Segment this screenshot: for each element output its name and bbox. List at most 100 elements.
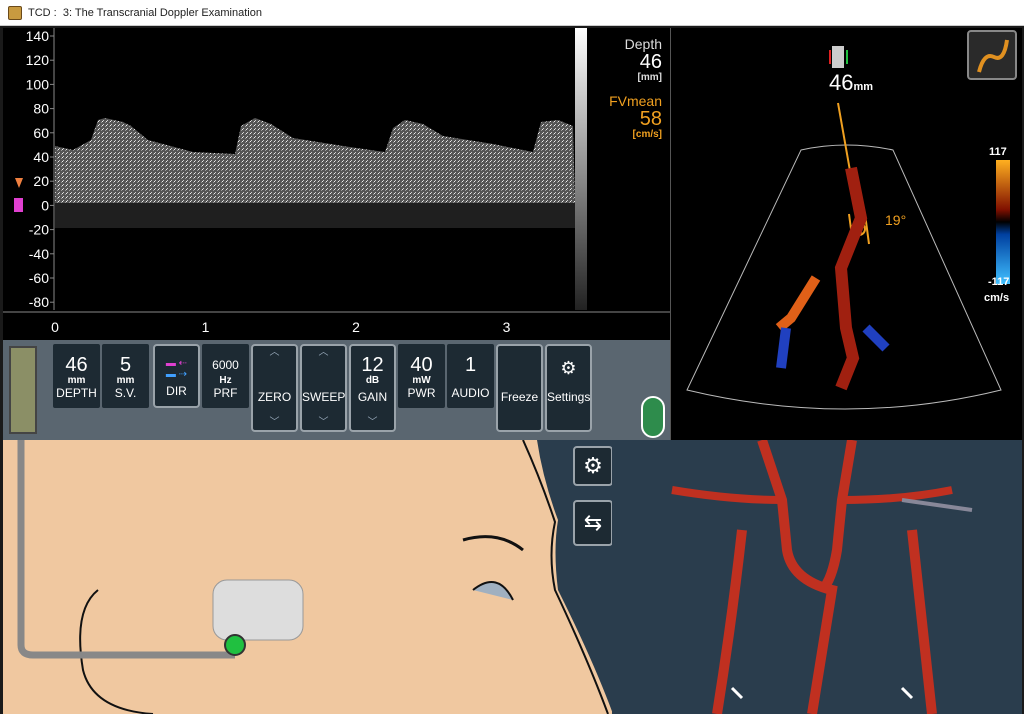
- flow-direction-arrow: [15, 178, 23, 188]
- vessel-map-icon: [977, 39, 1009, 73]
- probe-beam: [901, 498, 973, 512]
- vessel-blue: [776, 327, 791, 369]
- zero-down-icon[interactable]: ﹀: [253, 416, 296, 430]
- scene-settings-button[interactable]: ⚙: [573, 446, 613, 486]
- settings-button[interactable]: ⚙ Settings: [545, 344, 592, 432]
- probe-depth-value: 46: [829, 70, 854, 95]
- y-tick-label: 80: [33, 101, 49, 117]
- y-tick-labels: 140 120 100 80 60 40 20 0 -20 -40 -60 -80: [26, 28, 54, 310]
- depth-label: Depth: [624, 36, 662, 52]
- sv-control-label: S.V.: [114, 386, 137, 400]
- sweep-control-label: SWEEP: [302, 390, 346, 404]
- x-tick-labels: 0 1 2 3: [51, 319, 511, 335]
- face-illustration: [17, 440, 613, 714]
- probe-green-button: [224, 634, 246, 656]
- audio-control-label: AUDIO: [451, 386, 490, 400]
- eye: [472, 581, 514, 601]
- control-panel: 46 mm DEPTH 5 mm S.V. ▬ ⇠ ▬ ⇢ DIR 6000 H…: [3, 340, 670, 440]
- scale-unit: cm/s: [984, 292, 1010, 304]
- y-tick-label: 120: [26, 52, 50, 68]
- x-tick-label: 3: [503, 319, 511, 335]
- pwr-control[interactable]: 40 mW PWR: [398, 344, 445, 408]
- doppler-spectrum-display: 140 120 100 80 60 40 20 0 -20 -40 -60 -80 0 1 2 3 Dept…: [3, 28, 670, 340]
- probe-marker: [14, 198, 23, 212]
- y-tick-label: 60: [33, 125, 49, 141]
- zero-control-label: ZERO: [257, 390, 292, 404]
- audio-control-value: 1: [464, 354, 477, 376]
- vessel-map-button[interactable]: [967, 30, 1017, 80]
- dir-icon-2: ▬ ⇢: [165, 369, 188, 380]
- x-tick-label: 0: [51, 319, 59, 335]
- depth-control[interactable]: 46 mm DEPTH: [53, 344, 100, 408]
- audio-control[interactable]: 1 AUDIO: [447, 344, 494, 408]
- zero-control[interactable]: ︿ ZERO ﹀: [251, 344, 298, 432]
- swap-view-toggle[interactable]: [641, 396, 665, 438]
- sweep-up-icon[interactable]: ︿: [302, 346, 345, 360]
- gear-icon: ⚙: [583, 453, 603, 478]
- gain-control-unit: dB: [365, 375, 380, 386]
- dir-control-label: DIR: [166, 384, 187, 398]
- grayscale-bar: [575, 28, 587, 310]
- angle-label: 19°: [885, 212, 907, 228]
- fvmean-value: 58: [639, 108, 662, 130]
- scroll-arrows-icon: [730, 686, 914, 700]
- depth-control-label: DEPTH: [56, 386, 97, 400]
- tcd-app-icon: [8, 5, 22, 20]
- probe-depth-unit: mm: [853, 81, 874, 93]
- probe-device: [212, 579, 304, 641]
- probe-icon[interactable]: [9, 346, 37, 434]
- freeze-button[interactable]: Freeze: [496, 344, 543, 432]
- pwr-control-value: 40: [410, 354, 433, 376]
- fvmean-unit: [cm/s]: [632, 129, 662, 140]
- dir-control[interactable]: ▬ ⇠ ▬ ⇢ DIR: [153, 344, 200, 408]
- settings-label: Settings: [547, 390, 591, 404]
- swap-button[interactable]: ⇆: [573, 500, 613, 546]
- y-tick-label: -80: [29, 294, 49, 310]
- pwr-control-label: PWR: [407, 386, 436, 400]
- freeze-label: Freeze: [500, 390, 539, 404]
- depth-control-value: 46: [65, 354, 88, 376]
- x-tick-label: 1: [202, 319, 210, 335]
- scale-bottom: -117: [988, 276, 1010, 288]
- sv-control-unit: mm: [116, 375, 135, 386]
- spectrum-readout: Depth 46 [mm] FVmean 58 [cm/s]: [609, 36, 662, 140]
- y-tick-label: -60: [29, 270, 49, 286]
- circle-of-willis: [671, 440, 973, 714]
- gain-control-label: GAIN: [357, 390, 388, 404]
- probe-cable: [17, 440, 235, 659]
- gain-control[interactable]: 12 dB GAIN ﹀: [349, 344, 396, 432]
- probe-depth: 46mm: [829, 70, 873, 96]
- y-tick-label: 20: [33, 173, 49, 189]
- x-tick-label: 2: [352, 319, 360, 335]
- depth-value: 46: [639, 51, 662, 73]
- depth-control-unit: mm: [67, 375, 86, 386]
- y-tick-label: -40: [29, 246, 49, 262]
- sweep-control[interactable]: ︿ SWEEP ﹀: [300, 344, 347, 432]
- window-title: TCD : 3: The Transcranial Doppler Examin…: [28, 6, 262, 19]
- eyebrow: [462, 535, 524, 552]
- vessel-anatomy-view: [612, 440, 1022, 714]
- sv-control-value: 5: [119, 354, 132, 376]
- prf-control-label: PRF: [213, 386, 238, 400]
- sweep-down-icon[interactable]: ﹀: [302, 416, 345, 430]
- y-tick-label: 140: [26, 28, 50, 44]
- gain-control-value: 12: [361, 354, 384, 376]
- fvmean-label: FVmean: [609, 93, 662, 109]
- sv-control[interactable]: 5 mm S.V.: [102, 344, 149, 408]
- y-tick-label: 40: [33, 149, 49, 165]
- pwr-control-unit: mW: [412, 375, 431, 386]
- prf-control[interactable]: 6000 Hz PRF: [202, 344, 249, 408]
- y-tick-label: -20: [29, 222, 49, 238]
- gear-icon: ⚙: [560, 358, 577, 378]
- gain-down-icon[interactable]: ﹀: [351, 416, 394, 430]
- spectrum-svg: 140 120 100 80 60 40 20 0 -20 -40 -60 -80 0 1 2 3: [3, 28, 670, 335]
- anatomy-scene: ⚙ ⇆: [3, 440, 1022, 714]
- zero-up-icon[interactable]: ︿: [253, 346, 296, 360]
- prf-control-unit: Hz: [219, 375, 232, 386]
- title-bar: TCD : 3: The Transcranial Doppler Examin…: [0, 0, 1024, 26]
- y-tick-label: 100: [26, 76, 50, 92]
- probe-tip-icon: [832, 46, 844, 68]
- depth-unit: [mm]: [637, 72, 662, 83]
- dir-icon: ▬ ⇠: [165, 358, 188, 369]
- ultrasound-view: 46mm 19° 117 -117 cm/s: [670, 28, 1022, 440]
